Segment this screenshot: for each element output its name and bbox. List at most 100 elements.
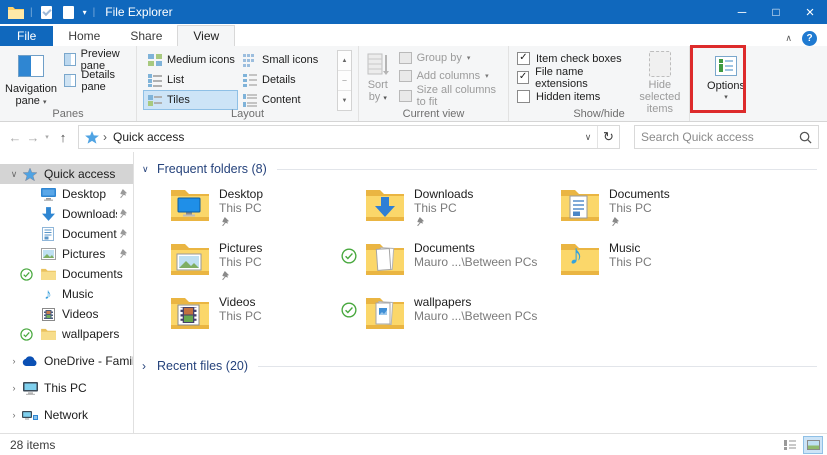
layout-list[interactable]: List (143, 70, 238, 90)
sidebar-item-documents-synced[interactable]: Documents (0, 264, 133, 284)
folder-icon (40, 326, 56, 342)
forward-icon[interactable]: → (24, 130, 42, 145)
section-chevron-down-icon[interactable]: ∨ (142, 164, 150, 175)
pin-icon (117, 189, 127, 199)
tile-downloads[interactable]: Downloads This PC (365, 186, 560, 237)
tile-name: Downloads (414, 187, 473, 201)
tile-name: Music (609, 241, 652, 255)
thumbnail-view-toggle[interactable] (803, 436, 823, 454)
refresh-icon[interactable]: ↻ (597, 126, 619, 148)
gallery-scrollbar[interactable]: ▲ ─ ▼ (337, 50, 352, 111)
tile-wallpapers[interactable]: wallpapers Mauro ...\Between PCs (365, 294, 560, 345)
sync-status-icon (341, 248, 357, 267)
tile-videos[interactable]: Videos This PC (170, 294, 365, 345)
sidebar-item-quick-access[interactable]: ∨ Quick access (0, 164, 133, 184)
sidebar-item-music[interactable]: ♪ Music (0, 284, 133, 304)
sidebar-item-this-pc[interactable]: › This PC (0, 378, 133, 398)
sidebar-item-videos[interactable]: Videos (0, 304, 133, 324)
navigation-pane-button[interactable]: Navigation pane ▾ (2, 49, 60, 111)
collapsed-chevron-icon[interactable]: › (8, 356, 20, 366)
frequent-folders-header[interactable]: ∨ Frequent folders (8) (142, 162, 817, 176)
hidden-items-checkbox[interactable]: Hidden items (511, 87, 631, 106)
tab-view[interactable]: View (177, 25, 235, 46)
details-view-toggle[interactable] (780, 436, 800, 454)
tile-location: This PC (219, 201, 263, 215)
tile-music[interactable]: ♪ Music This PC (560, 240, 755, 291)
recent-files-header[interactable]: › Recent files (20) (142, 359, 817, 373)
hidden-items-label: Hidden items (536, 91, 600, 103)
tab-home[interactable]: Home (53, 26, 115, 46)
network-icon (22, 407, 38, 423)
sort-by-label2: by ▾ (369, 91, 387, 105)
tile-pictures[interactable]: Pictures This PC (170, 240, 365, 291)
recent-locations-icon[interactable]: ▾ (42, 133, 52, 141)
quick-access-star-icon (22, 166, 38, 182)
layout-small-icons[interactable]: Small icons (238, 50, 333, 70)
layout-medium-icons[interactable]: Medium icons (143, 50, 238, 70)
search-box[interactable] (634, 125, 819, 149)
sort-by-button[interactable]: Sort by ▾ (361, 49, 395, 106)
group-label-show-hide: Show/hide (509, 108, 689, 120)
sidebar-item-desktop[interactable]: Desktop (0, 184, 133, 204)
tile-desktop[interactable]: Desktop This PC (170, 186, 365, 237)
breadcrumb-location[interactable]: Quick access (113, 130, 184, 144)
gallery-scroll-down-icon[interactable]: ─ (338, 71, 351, 91)
layout-content[interactable]: Content (238, 90, 333, 110)
add-columns-label: Add columns (417, 70, 481, 82)
sidebar-item-pictures[interactable]: Pictures (0, 244, 133, 264)
group-label-layout: Layout (137, 108, 358, 120)
expand-chevron-icon[interactable]: ∨ (8, 169, 20, 180)
music-note-icon: ♪ (40, 286, 56, 302)
minimize-button[interactable]: ─ (725, 0, 759, 24)
customize-toolbar-icon[interactable]: ▾ (83, 8, 87, 17)
section-chevron-right-icon[interactable]: › (142, 359, 150, 373)
preview-pane-button[interactable]: Preview pane (60, 49, 134, 70)
pin-icon (219, 270, 262, 284)
group-label-current-view: Current view (359, 108, 508, 120)
details-icon (243, 74, 257, 87)
sidebar-item-wallpapers[interactable]: wallpapers (0, 324, 133, 344)
add-columns-button[interactable]: Add columns ▾ (395, 67, 506, 85)
ribbon-group-options: Options ▾ (690, 46, 762, 121)
search-icon[interactable] (799, 131, 812, 144)
hide-selected-items-button[interactable]: Hide selected items (633, 49, 687, 106)
maximize-button[interactable]: □ (759, 0, 793, 24)
collapsed-chevron-icon[interactable]: › (8, 383, 20, 393)
add-columns-icon (399, 70, 412, 82)
folder-app-icon (8, 6, 24, 19)
file-name-extensions-checkbox[interactable]: ✓ File name extensions (511, 68, 631, 87)
size-all-columns-button[interactable]: Size all columns to fit (395, 85, 506, 106)
search-input[interactable] (641, 130, 799, 144)
collapsed-chevron-icon[interactable]: › (8, 410, 20, 420)
properties-icon[interactable] (39, 4, 55, 20)
group-by-button[interactable]: Group by ▾ (395, 49, 506, 67)
size-all-columns-icon (399, 90, 412, 102)
new-folder-icon[interactable] (61, 4, 77, 20)
sidebar-item-documents[interactable]: Documents (0, 224, 133, 244)
sidebar-item-label: Music (62, 287, 93, 301)
music-note-icon: ♪ (569, 239, 583, 271)
sidebar-item-network[interactable]: › Network (0, 405, 133, 425)
tab-share[interactable]: Share (115, 26, 177, 46)
details-pane-button[interactable]: Details pane (60, 70, 134, 91)
layout-tiles[interactable]: Tiles (143, 90, 238, 110)
layout-details[interactable]: Details (238, 70, 333, 90)
sidebar-item-downloads[interactable]: Downloads (0, 204, 133, 224)
tab-file[interactable]: File (0, 26, 53, 46)
address-box[interactable]: › Quick access ∨ ↻ (78, 125, 620, 149)
help-icon[interactable]: ? (802, 31, 817, 46)
tile-documents[interactable]: Documents This PC (560, 186, 755, 237)
close-button[interactable]: × (793, 0, 827, 24)
size-all-columns-label: Size all columns to fit (417, 84, 502, 108)
gallery-scroll-up-icon[interactable]: ▲ (338, 51, 351, 71)
breadcrumb-arrow-icon: › (103, 130, 107, 144)
sidebar-item-onedrive[interactable]: › OneDrive - Family (0, 351, 133, 371)
collapse-ribbon-icon[interactable]: ∧ (785, 33, 792, 44)
address-dropdown-icon[interactable]: ∨ (579, 132, 597, 143)
preview-pane-icon (64, 53, 76, 66)
up-icon[interactable]: ↑ (52, 130, 74, 145)
options-button[interactable]: Options ▾ (704, 49, 748, 106)
back-icon[interactable]: ← (6, 130, 24, 145)
tile-documents-synced[interactable]: Documents Mauro ...\Between PCs (365, 240, 560, 291)
pictures-icon (40, 246, 56, 262)
